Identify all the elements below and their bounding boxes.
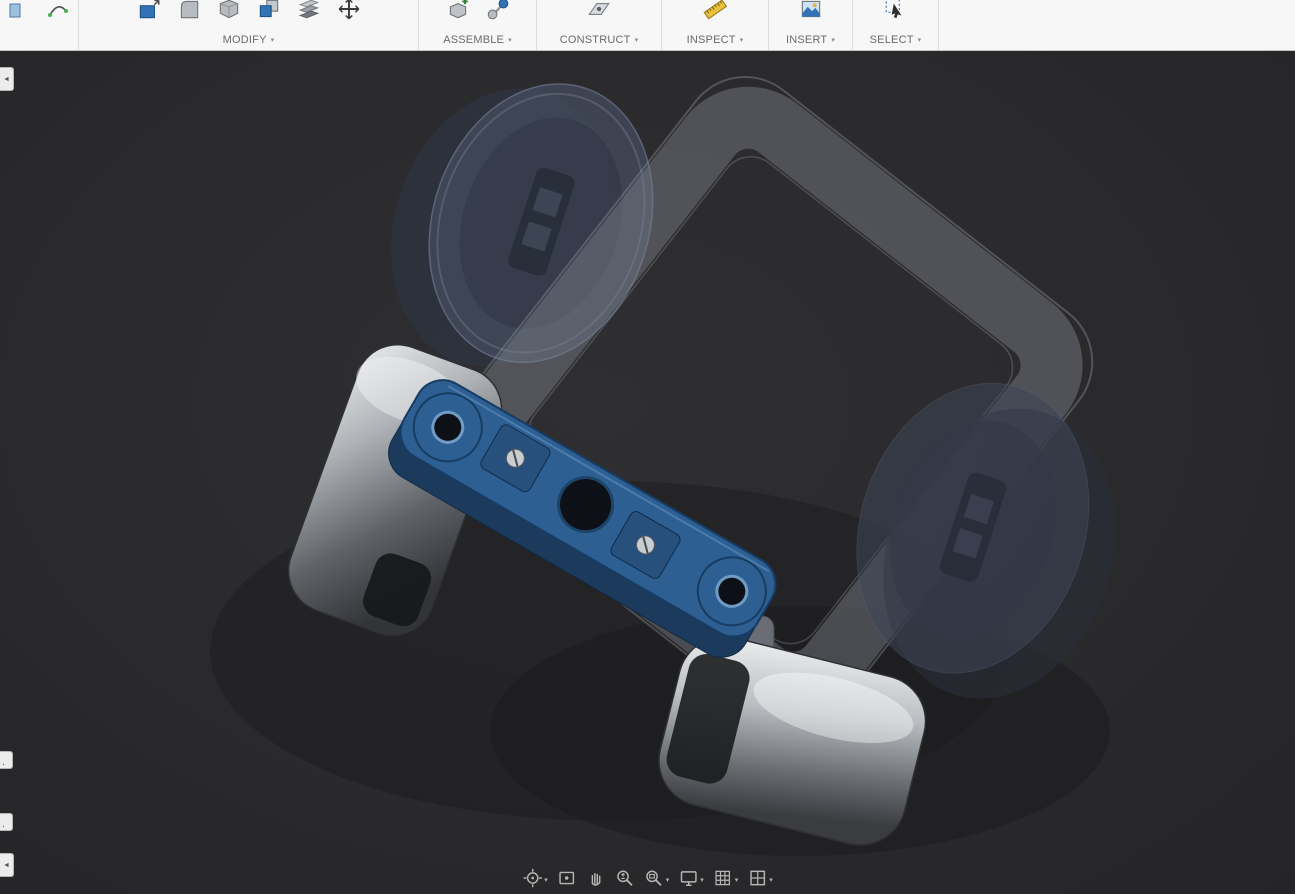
joint-icon[interactable] (483, 0, 513, 27)
toolbar-group-construct: CONSTRUCT ▾ (537, 0, 662, 50)
display-settings-button[interactable]: ▾ (675, 866, 707, 890)
insert-menu-label: INSERT (786, 34, 827, 46)
collapsed-panel-tab-1[interactable]: . (0, 751, 13, 769)
chevron-down-icon: ▾ (740, 37, 744, 44)
viewports-icon (747, 868, 767, 888)
viewports-button[interactable]: ▾ (744, 866, 776, 890)
navigation-bar: ▾ ▾ (511, 864, 784, 892)
fillet-icon[interactable] (174, 0, 204, 27)
construct-icons (584, 0, 614, 26)
press-pull-icon[interactable] (134, 0, 164, 27)
new-component-icon[interactable] (443, 0, 473, 27)
toolbar-group-left (0, 0, 79, 50)
display-settings-icon (678, 868, 698, 888)
fit-icon (644, 868, 664, 888)
viewport[interactable]: ◄ . . ◄ ▾ (0, 51, 1295, 894)
zoom-button[interactable] (612, 866, 638, 890)
chevron-down-icon: ▾ (918, 37, 922, 44)
toolbar-group-assemble: ASSEMBLE ▾ (419, 0, 537, 50)
grid-and-snaps-button[interactable]: ▾ (710, 866, 742, 890)
move-copy-icon[interactable] (334, 0, 364, 27)
orbit-icon (522, 868, 542, 888)
zoom-icon (615, 868, 635, 888)
top-toolbar: MODIFY ▾ ASSEMBLE ▾ (0, 0, 1295, 51)
chevron-down-icon: ▾ (544, 877, 548, 888)
dot-icon: . (2, 756, 5, 768)
dot-icon: . (2, 818, 5, 830)
collapsed-panel-tab-2[interactable]: . (0, 813, 13, 831)
modify-menu[interactable]: MODIFY ▾ (217, 33, 281, 47)
modify-menu-label: MODIFY (223, 34, 267, 46)
pan-button[interactable] (583, 866, 609, 890)
look-at-icon (557, 868, 577, 888)
modify-icons (134, 0, 364, 26)
box-tool-icon[interactable] (6, 0, 34, 27)
fit-button[interactable]: ▾ (641, 866, 673, 890)
chevron-down-icon: ▾ (831, 37, 835, 44)
select-menu[interactable]: SELECT ▾ (864, 33, 928, 47)
collapse-arrow-icon: ◄ (3, 76, 10, 83)
chevron-down-icon: ▾ (666, 877, 670, 888)
select-cursor-icon[interactable] (881, 0, 911, 27)
inspect-icons (700, 0, 730, 26)
chevron-down-icon: ▾ (508, 37, 512, 44)
pan-icon (586, 868, 606, 888)
construct-menu-label: CONSTRUCT (560, 34, 631, 46)
toolbar-left-icons (6, 0, 72, 26)
select-icons (881, 0, 911, 26)
3d-model-canvas[interactable] (0, 51, 1295, 894)
chevron-down-icon: ▾ (635, 37, 639, 44)
inspect-menu-label: INSPECT (687, 34, 736, 46)
orbit-button[interactable]: ▾ (519, 866, 551, 890)
insert-menu[interactable]: INSERT ▾ (780, 33, 841, 47)
toolbar-spacer (939, 0, 1295, 50)
inspect-menu[interactable]: INSPECT ▾ (681, 33, 750, 47)
timeline-collapse-tab[interactable]: ◄ (0, 853, 14, 877)
combine-icon[interactable] (254, 0, 284, 27)
toolbar-group-select: SELECT ▾ (853, 0, 939, 50)
construct-menu[interactable]: CONSTRUCT ▾ (554, 33, 645, 47)
look-at-button[interactable] (554, 866, 580, 890)
construction-plane-icon[interactable] (584, 0, 614, 27)
toolbar-group-modify: MODIFY ▾ (79, 0, 419, 50)
collapse-arrow-icon: ◄ (3, 862, 10, 869)
chevron-down-icon: ▾ (700, 877, 704, 888)
chevron-down-icon: ▾ (271, 37, 275, 44)
assemble-menu-label: ASSEMBLE (443, 34, 504, 46)
chevron-down-icon: ▾ (735, 877, 739, 888)
offset-face-icon[interactable] (294, 0, 324, 27)
browser-collapse-tab[interactable]: ◄ (0, 67, 14, 91)
chevron-down-icon: ▾ (769, 877, 773, 888)
insert-image-icon[interactable] (796, 0, 826, 27)
assemble-icons (443, 0, 513, 26)
grid-icon (713, 868, 733, 888)
assemble-menu[interactable]: ASSEMBLE ▾ (437, 33, 518, 47)
toolbar-group-insert: INSERT ▾ (769, 0, 853, 50)
measure-icon[interactable] (700, 0, 730, 27)
insert-icons (796, 0, 826, 26)
create-sketch-icon[interactable] (44, 0, 72, 27)
toolbar-group-inspect: INSPECT ▾ (662, 0, 769, 50)
shell-icon[interactable] (214, 0, 244, 27)
select-menu-label: SELECT (870, 34, 914, 46)
